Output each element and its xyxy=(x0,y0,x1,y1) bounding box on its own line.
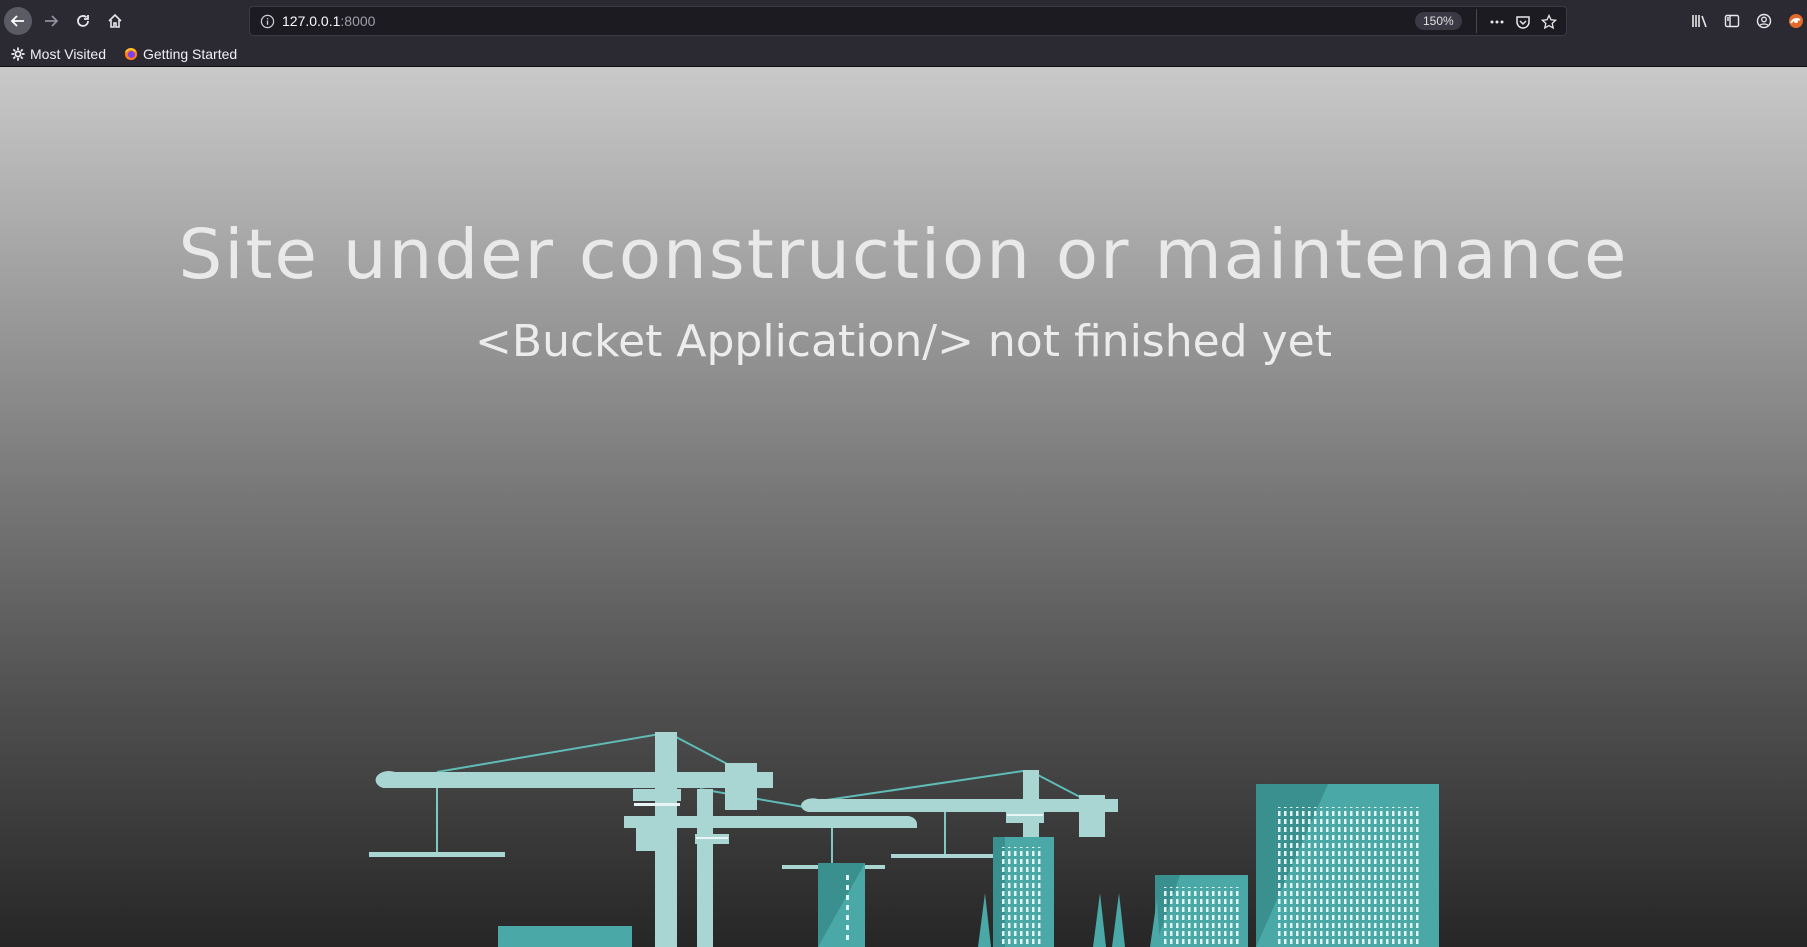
construction-illustration xyxy=(369,732,1439,947)
reload-icon xyxy=(77,15,89,27)
browser-toolbar: 127.0.0.1:8000 150% xyxy=(0,0,1807,42)
back-button[interactable] xyxy=(4,7,32,35)
forward-icon xyxy=(45,15,59,27)
crane-left xyxy=(369,732,811,947)
info-icon[interactable] xyxy=(260,14,275,29)
bookmark-getting-started[interactable]: Getting Started xyxy=(124,44,237,64)
page-content: Site under construction or maintenance <… xyxy=(0,67,1807,947)
sidebar-button[interactable] xyxy=(1721,10,1743,32)
account-button[interactable] xyxy=(1753,10,1775,32)
library-button[interactable] xyxy=(1689,10,1711,32)
home-button[interactable] xyxy=(101,7,129,35)
url-text[interactable]: 127.0.0.1:8000 xyxy=(282,13,375,29)
bookmark-label: Most Visited xyxy=(30,46,106,62)
url-host: 127.0.0.1 xyxy=(282,13,341,29)
star-icon xyxy=(1541,14,1557,30)
firefox-icon xyxy=(124,47,138,61)
reload-button[interactable] xyxy=(69,7,97,35)
gear-icon xyxy=(11,47,25,61)
pocket-icon xyxy=(1516,16,1530,29)
bookmark-most-visited[interactable]: Most Visited xyxy=(11,44,106,64)
sidebar-icon xyxy=(1724,14,1740,28)
library-icon xyxy=(1692,15,1707,28)
pocket-button[interactable] xyxy=(1513,12,1533,32)
bookmark-star-button[interactable] xyxy=(1539,12,1559,32)
home-icon xyxy=(108,13,122,28)
bookmark-label: Getting Started xyxy=(143,46,238,62)
extension-icon xyxy=(1789,14,1803,28)
more-icon xyxy=(1490,20,1504,24)
url-bar-separator xyxy=(1476,9,1477,33)
url-bar[interactable]: 127.0.0.1:8000 150% xyxy=(249,6,1567,36)
forward-button[interactable] xyxy=(37,7,65,35)
account-icon xyxy=(1756,13,1772,29)
zoom-level-badge[interactable]: 150% xyxy=(1415,12,1462,30)
url-port: :8000 xyxy=(340,13,376,29)
back-icon xyxy=(10,15,24,27)
extension-button[interactable] xyxy=(1785,10,1807,32)
page-actions-button[interactable] xyxy=(1487,12,1507,32)
bookmarks-toolbar: Most Visited Getting Started xyxy=(0,42,1807,67)
